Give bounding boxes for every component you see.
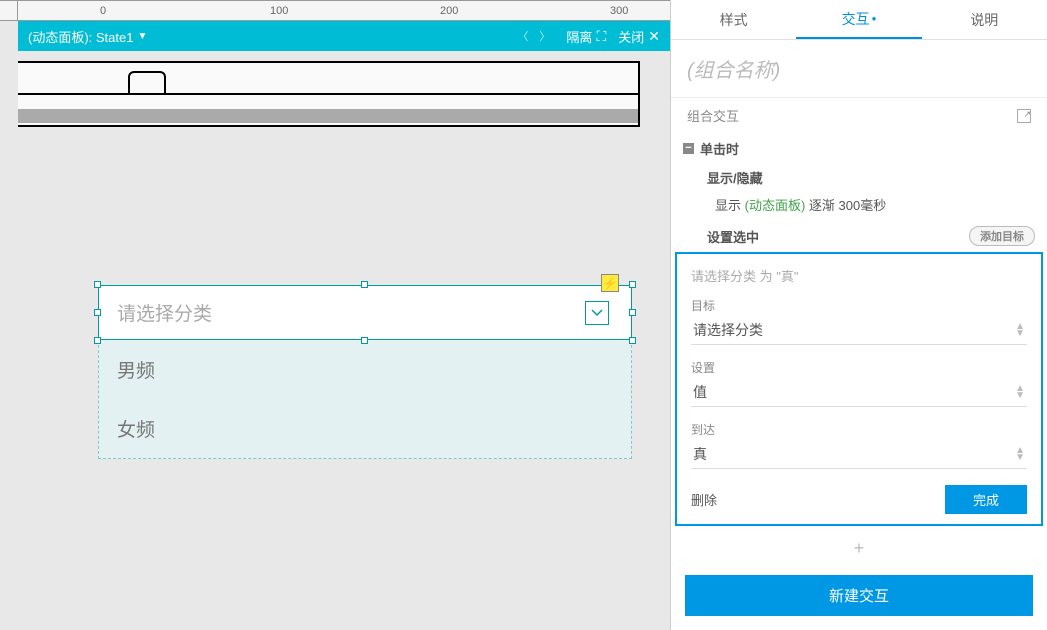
dropdown-placeholder: 请选择分类 <box>117 299 212 326</box>
section-title: 组合交互 <box>687 106 739 125</box>
updown-icon: ▲▼ <box>1015 385 1025 399</box>
isolate-label: 隔离 <box>566 27 592 46</box>
tab-interact-label: 交互 <box>842 9 870 29</box>
detail-suffix: 逐渐 300毫秒 <box>805 198 886 213</box>
inspector-panel: 样式 交互● 说明 (组合名称) 组合交互 − 单击时 显示/隐藏 显示 (动态… <box>670 0 1047 630</box>
action-set-selected-label: 设置选中 <box>707 227 759 246</box>
set-value: 值 <box>693 382 707 402</box>
tab-interact[interactable]: 交互● <box>796 0 921 39</box>
event-onclick[interactable]: − 单击时 <box>671 133 1047 164</box>
tab-style[interactable]: 样式 <box>671 0 796 39</box>
state-dropdown-icon[interactable]: ▼ <box>137 31 147 42</box>
dropdown-option[interactable]: 男频 <box>99 340 631 399</box>
browser-line <box>18 93 638 95</box>
target-value: 请选择分类 <box>693 320 763 340</box>
edit-summary: 请选择分类 为 "真" <box>691 266 1027 285</box>
delete-button[interactable]: 删除 <box>691 490 717 509</box>
dropdown-widget[interactable]: 请选择分类 ⚡ 男频 女频 <box>98 285 632 459</box>
interactions-section-header: 组合交互 <box>671 98 1047 133</box>
dropdown-option[interactable]: 女频 <box>99 399 631 458</box>
add-action-button[interactable]: + <box>671 534 1047 563</box>
new-interaction-button[interactable]: 新建交互 <box>685 575 1033 616</box>
browser-frame-shape[interactable] <box>18 61 640 127</box>
close-label: 关闭 <box>618 27 644 46</box>
horizontal-ruler: 0 100 200 300 <box>18 1 670 21</box>
to-value: 真 <box>693 444 707 464</box>
dropdown-header[interactable]: 请选择分类 ⚡ <box>98 285 632 340</box>
close-button[interactable]: 关闭 ✕ <box>618 27 660 46</box>
done-button[interactable]: 完成 <box>945 485 1027 514</box>
target-select[interactable]: 请选择分类 ▲▼ <box>691 316 1027 345</box>
panel-state-label[interactable]: (动态面板): State1 <box>28 27 133 46</box>
target-label: 目标 <box>691 297 1027 314</box>
active-dot-icon: ● <box>872 14 877 23</box>
close-icon: ✕ <box>648 28 660 45</box>
action-set-selected[interactable]: 设置选中 添加目标 <box>671 222 1047 250</box>
inspector-tabs: 样式 交互● 说明 <box>671 0 1047 40</box>
ruler-tick: 300 <box>610 5 628 17</box>
edit-footer: 删除 完成 <box>691 485 1027 514</box>
to-label: 到达 <box>691 421 1027 438</box>
detail-target: (动态面板) <box>745 198 806 213</box>
action-show-hide[interactable]: 显示/隐藏 <box>671 164 1047 191</box>
dynamic-panel-header: (动态面板): State1 ▼ 〈 〉 隔离 ⛶ 关闭 ✕ <box>18 21 670 51</box>
to-select[interactable]: 真 ▲▼ <box>691 440 1027 469</box>
action-show-hide-detail[interactable]: 显示 (动态面板) 逐渐 300毫秒 <box>671 191 1047 222</box>
dropdown-list: 男频 女频 <box>98 340 632 459</box>
updown-icon: ▲▼ <box>1015 447 1025 461</box>
set-label: 设置 <box>691 359 1027 376</box>
tab-notes[interactable]: 说明 <box>922 0 1047 39</box>
state-nav-arrows[interactable]: 〈 〉 <box>517 28 554 44</box>
widget-name-input[interactable]: (组合名称) <box>671 40 1047 98</box>
collapse-icon[interactable]: − <box>683 143 694 154</box>
canvas-area: 0 100 200 300 (动态面板): State1 ▼ 〈 〉 隔离 ⛶ … <box>0 0 670 630</box>
add-target-button[interactable]: 添加目标 <box>969 226 1035 246</box>
set-select[interactable]: 值 ▲▼ <box>691 378 1027 407</box>
updown-icon: ▲▼ <box>1015 323 1025 337</box>
detail-prefix: 显示 <box>715 198 745 213</box>
ruler-corner <box>0 1 18 21</box>
action-edit-panel: 请选择分类 为 "真" 目标 请选择分类 ▲▼ 设置 值 ▲▼ 到达 真 ▲▼ … <box>675 252 1043 526</box>
ruler-tick: 0 <box>100 5 106 17</box>
isolate-icon: ⛶ <box>596 28 606 45</box>
expand-icon[interactable] <box>1017 109 1031 123</box>
canvas-content[interactable]: 请选择分类 ⚡ 男频 女频 <box>18 51 670 630</box>
browser-toolbar-shape <box>18 109 638 123</box>
chevron-down-icon[interactable] <box>585 301 609 325</box>
ruler-tick: 200 <box>440 5 458 17</box>
browser-tab-shape <box>128 71 166 93</box>
event-label: 单击时 <box>700 139 739 158</box>
interaction-indicator-icon[interactable]: ⚡ <box>601 274 619 292</box>
isolate-button[interactable]: 隔离 ⛶ <box>566 27 606 46</box>
ruler-tick: 100 <box>270 5 288 17</box>
